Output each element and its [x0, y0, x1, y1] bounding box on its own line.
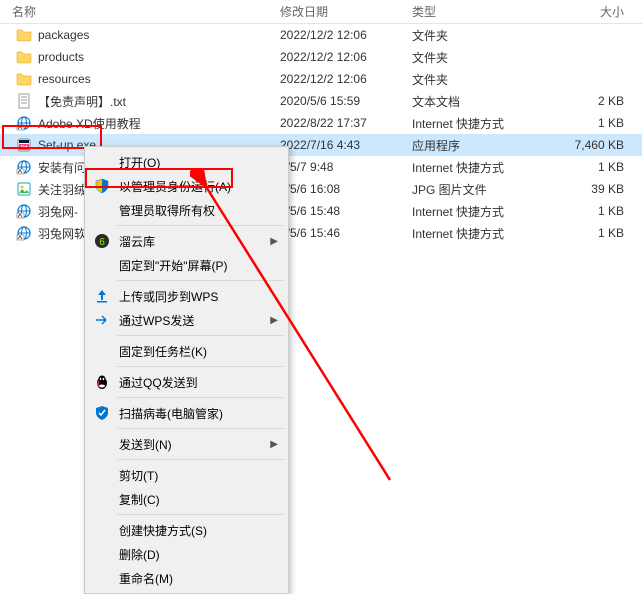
menu-separator: [117, 280, 284, 281]
qq-icon: [93, 373, 111, 391]
folder-icon: [16, 27, 32, 43]
file-type: Internet 快捷方式: [412, 159, 554, 176]
menu-upload-wps[interactable]: 上传或同步到WPS: [87, 284, 286, 308]
menu-scan-virus[interactable]: 扫描病毒(电脑管家): [87, 401, 286, 425]
menu-send-wps[interactable]: 通过WPS发送 ▶: [87, 308, 286, 332]
folder-icon: [16, 49, 32, 65]
file-size: 1 KB: [554, 116, 634, 130]
column-header: 名称 修改日期 类型 大小: [0, 0, 642, 24]
menu-liuyunku[interactable]: 6 溜云库 ▶: [87, 229, 286, 253]
menu-separator: [117, 335, 284, 336]
file-row[interactable]: resources 2022/12/2 12:06 文件夹: [0, 68, 642, 90]
file-type: Internet 快捷方式: [412, 115, 554, 132]
file-name: packages: [38, 28, 89, 42]
menu-create-shortcut[interactable]: 创建快捷方式(S): [87, 518, 286, 542]
menu-copy[interactable]: 复制(C): [87, 487, 286, 511]
file-date: 0/5/6 15:46: [280, 226, 412, 240]
txt-icon: [16, 93, 32, 109]
folder-icon: [16, 71, 32, 87]
file-size: 7,460 KB: [554, 138, 634, 152]
file-name: 安装有问: [38, 159, 86, 176]
file-size: 1 KB: [554, 226, 634, 240]
menu-separator: [117, 397, 284, 398]
file-name: resources: [38, 72, 91, 86]
send-icon: [93, 311, 111, 329]
header-size[interactable]: 大小: [554, 0, 634, 23]
menu-cut[interactable]: 剪切(T): [87, 463, 286, 487]
file-name: products: [38, 50, 84, 64]
file-date: 0/5/7 9:48: [280, 160, 412, 174]
jpg-icon: [16, 181, 32, 197]
file-type: 文件夹: [412, 49, 554, 66]
menu-separator: [117, 428, 284, 429]
file-type: Internet 快捷方式: [412, 225, 554, 242]
file-type: 文件夹: [412, 27, 554, 44]
file-date: 2022/7/16 4:43: [280, 138, 412, 152]
header-type[interactable]: 类型: [412, 0, 554, 23]
file-type: 文本文档: [412, 93, 554, 110]
file-row[interactable]: packages 2022/12/2 12:06 文件夹: [0, 24, 642, 46]
file-date: 2020/5/6 15:59: [280, 94, 412, 108]
svg-text:6: 6: [99, 237, 105, 248]
url-icon: [16, 115, 32, 131]
file-type: 应用程序: [412, 137, 554, 154]
header-name[interactable]: 名称: [0, 0, 280, 23]
file-type: JPG 图片文件: [412, 181, 554, 198]
context-menu: 打开(O) 以管理员身份运行(A) 管理员取得所有权 6 溜云库 ▶ 固定到"开…: [84, 146, 289, 594]
file-size: 2 KB: [554, 94, 634, 108]
menu-open[interactable]: 打开(O): [87, 150, 286, 174]
file-name: Adobe XD使用教程: [38, 115, 141, 132]
file-date: 0/5/6 16:08: [280, 182, 412, 196]
menu-separator: [117, 366, 284, 367]
menu-send-qq[interactable]: 通过QQ发送到: [87, 370, 286, 394]
file-date: 2022/12/2 12:06: [280, 72, 412, 86]
file-row[interactable]: products 2022/12/2 12:06 文件夹: [0, 46, 642, 68]
svg-text:Xd: Xd: [21, 145, 27, 151]
file-size: 1 KB: [554, 160, 634, 174]
liuyunku-icon: 6: [93, 232, 111, 250]
file-date: 2022/12/2 12:06: [280, 50, 412, 64]
menu-separator: [117, 514, 284, 515]
url-icon: [16, 225, 32, 241]
submenu-arrow-icon: ▶: [270, 236, 278, 247]
menu-send-to[interactable]: 发送到(N) ▶: [87, 432, 286, 456]
antivirus-icon: [93, 404, 111, 422]
file-size: 39 KB: [554, 182, 634, 196]
menu-delete[interactable]: 删除(D): [87, 542, 286, 566]
file-name: 关注羽绒: [38, 181, 86, 198]
file-date: 0/5/6 15:48: [280, 204, 412, 218]
menu-separator: [117, 225, 284, 226]
file-name: 【免责声明】.txt: [38, 93, 126, 110]
file-name: 羽兔网软: [38, 225, 86, 242]
file-type: 文件夹: [412, 71, 554, 88]
header-date[interactable]: 修改日期: [280, 0, 412, 23]
submenu-arrow-icon: ▶: [270, 315, 278, 326]
file-row[interactable]: Adobe XD使用教程 2022/8/22 17:37 Internet 快捷…: [0, 112, 642, 134]
menu-admin-ownership[interactable]: 管理员取得所有权: [87, 198, 286, 222]
file-date: 2022/12/2 12:06: [280, 28, 412, 42]
file-date: 2022/8/22 17:37: [280, 116, 412, 130]
url-icon: [16, 203, 32, 219]
menu-pin-taskbar[interactable]: 固定到任务栏(K): [87, 339, 286, 363]
submenu-arrow-icon: ▶: [270, 439, 278, 450]
shield-icon: [93, 177, 111, 195]
file-type: Internet 快捷方式: [412, 203, 554, 220]
menu-rename[interactable]: 重命名(M): [87, 566, 286, 590]
file-row[interactable]: 【免责声明】.txt 2020/5/6 15:59 文本文档 2 KB: [0, 90, 642, 112]
file-size: 1 KB: [554, 204, 634, 218]
menu-separator: [117, 459, 284, 460]
exe-icon: Xd: [16, 137, 32, 153]
file-name: 羽兔网-: [38, 203, 78, 220]
upload-icon: [93, 287, 111, 305]
url-icon: [16, 159, 32, 175]
menu-pin-start[interactable]: 固定到"开始"屏幕(P): [87, 253, 286, 277]
menu-run-as-admin[interactable]: 以管理员身份运行(A): [87, 174, 286, 198]
